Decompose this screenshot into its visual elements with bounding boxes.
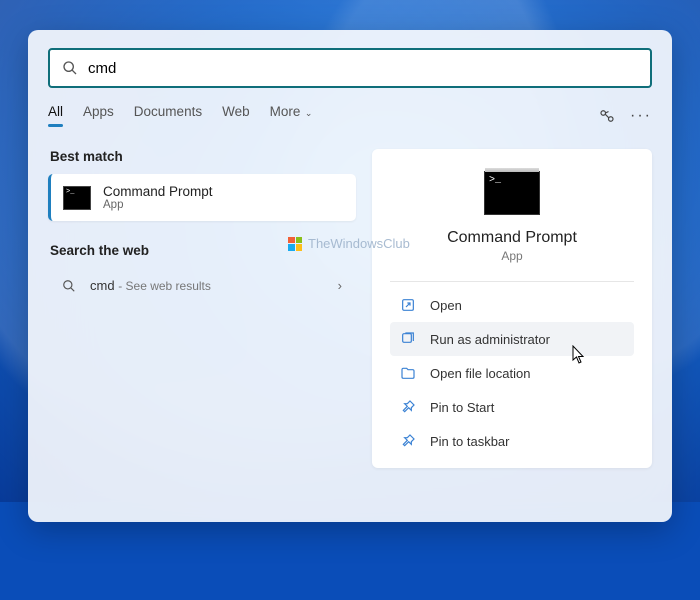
chevron-down-icon: ⌄ bbox=[302, 108, 312, 118]
pin-icon bbox=[400, 399, 416, 415]
action-open[interactable]: Open bbox=[390, 288, 634, 322]
search-icon bbox=[62, 279, 76, 293]
search-icon bbox=[62, 60, 78, 76]
pin-icon bbox=[400, 433, 416, 449]
action-pin-to-taskbar[interactable]: Pin to taskbar bbox=[390, 424, 634, 458]
open-icon bbox=[400, 297, 416, 313]
detail-subtitle: App bbox=[501, 249, 522, 263]
web-result[interactable]: cmd - See web results › bbox=[48, 268, 356, 303]
result-title: Command Prompt bbox=[103, 184, 213, 199]
tabs: All Apps Documents Web More ⌄ ··· bbox=[48, 104, 652, 127]
action-pin-to-start[interactable]: Pin to Start bbox=[390, 390, 634, 424]
more-options-icon[interactable]: ··· bbox=[630, 107, 652, 125]
search-box[interactable] bbox=[48, 48, 652, 88]
best-match-result[interactable]: Command Prompt App bbox=[48, 174, 356, 221]
detail-pane: Command Prompt App Open Run as administr… bbox=[372, 149, 652, 468]
results-column: Best match Command Prompt App Search the… bbox=[48, 149, 356, 468]
action-run-as-administrator[interactable]: Run as administrator bbox=[390, 322, 634, 356]
result-subtitle: App bbox=[103, 199, 213, 211]
tab-all[interactable]: All bbox=[48, 104, 63, 127]
search-panel: All Apps Documents Web More ⌄ ··· Best m… bbox=[28, 30, 672, 522]
share-icon[interactable] bbox=[598, 107, 616, 125]
tab-web[interactable]: Web bbox=[222, 104, 250, 127]
section-search-web: Search the web bbox=[50, 243, 356, 258]
action-open-file-location[interactable]: Open file location bbox=[390, 356, 634, 390]
chevron-right-icon: › bbox=[338, 278, 342, 293]
divider bbox=[390, 281, 634, 282]
folder-icon bbox=[400, 365, 416, 381]
tab-documents[interactable]: Documents bbox=[134, 104, 202, 127]
search-input[interactable] bbox=[88, 60, 638, 77]
detail-title: Command Prompt bbox=[447, 229, 577, 247]
tab-apps[interactable]: Apps bbox=[83, 104, 114, 127]
command-prompt-icon bbox=[63, 186, 91, 210]
shield-icon bbox=[400, 331, 416, 347]
command-prompt-icon bbox=[484, 171, 540, 215]
tab-more[interactable]: More ⌄ bbox=[270, 104, 313, 127]
section-best-match: Best match bbox=[50, 149, 356, 164]
